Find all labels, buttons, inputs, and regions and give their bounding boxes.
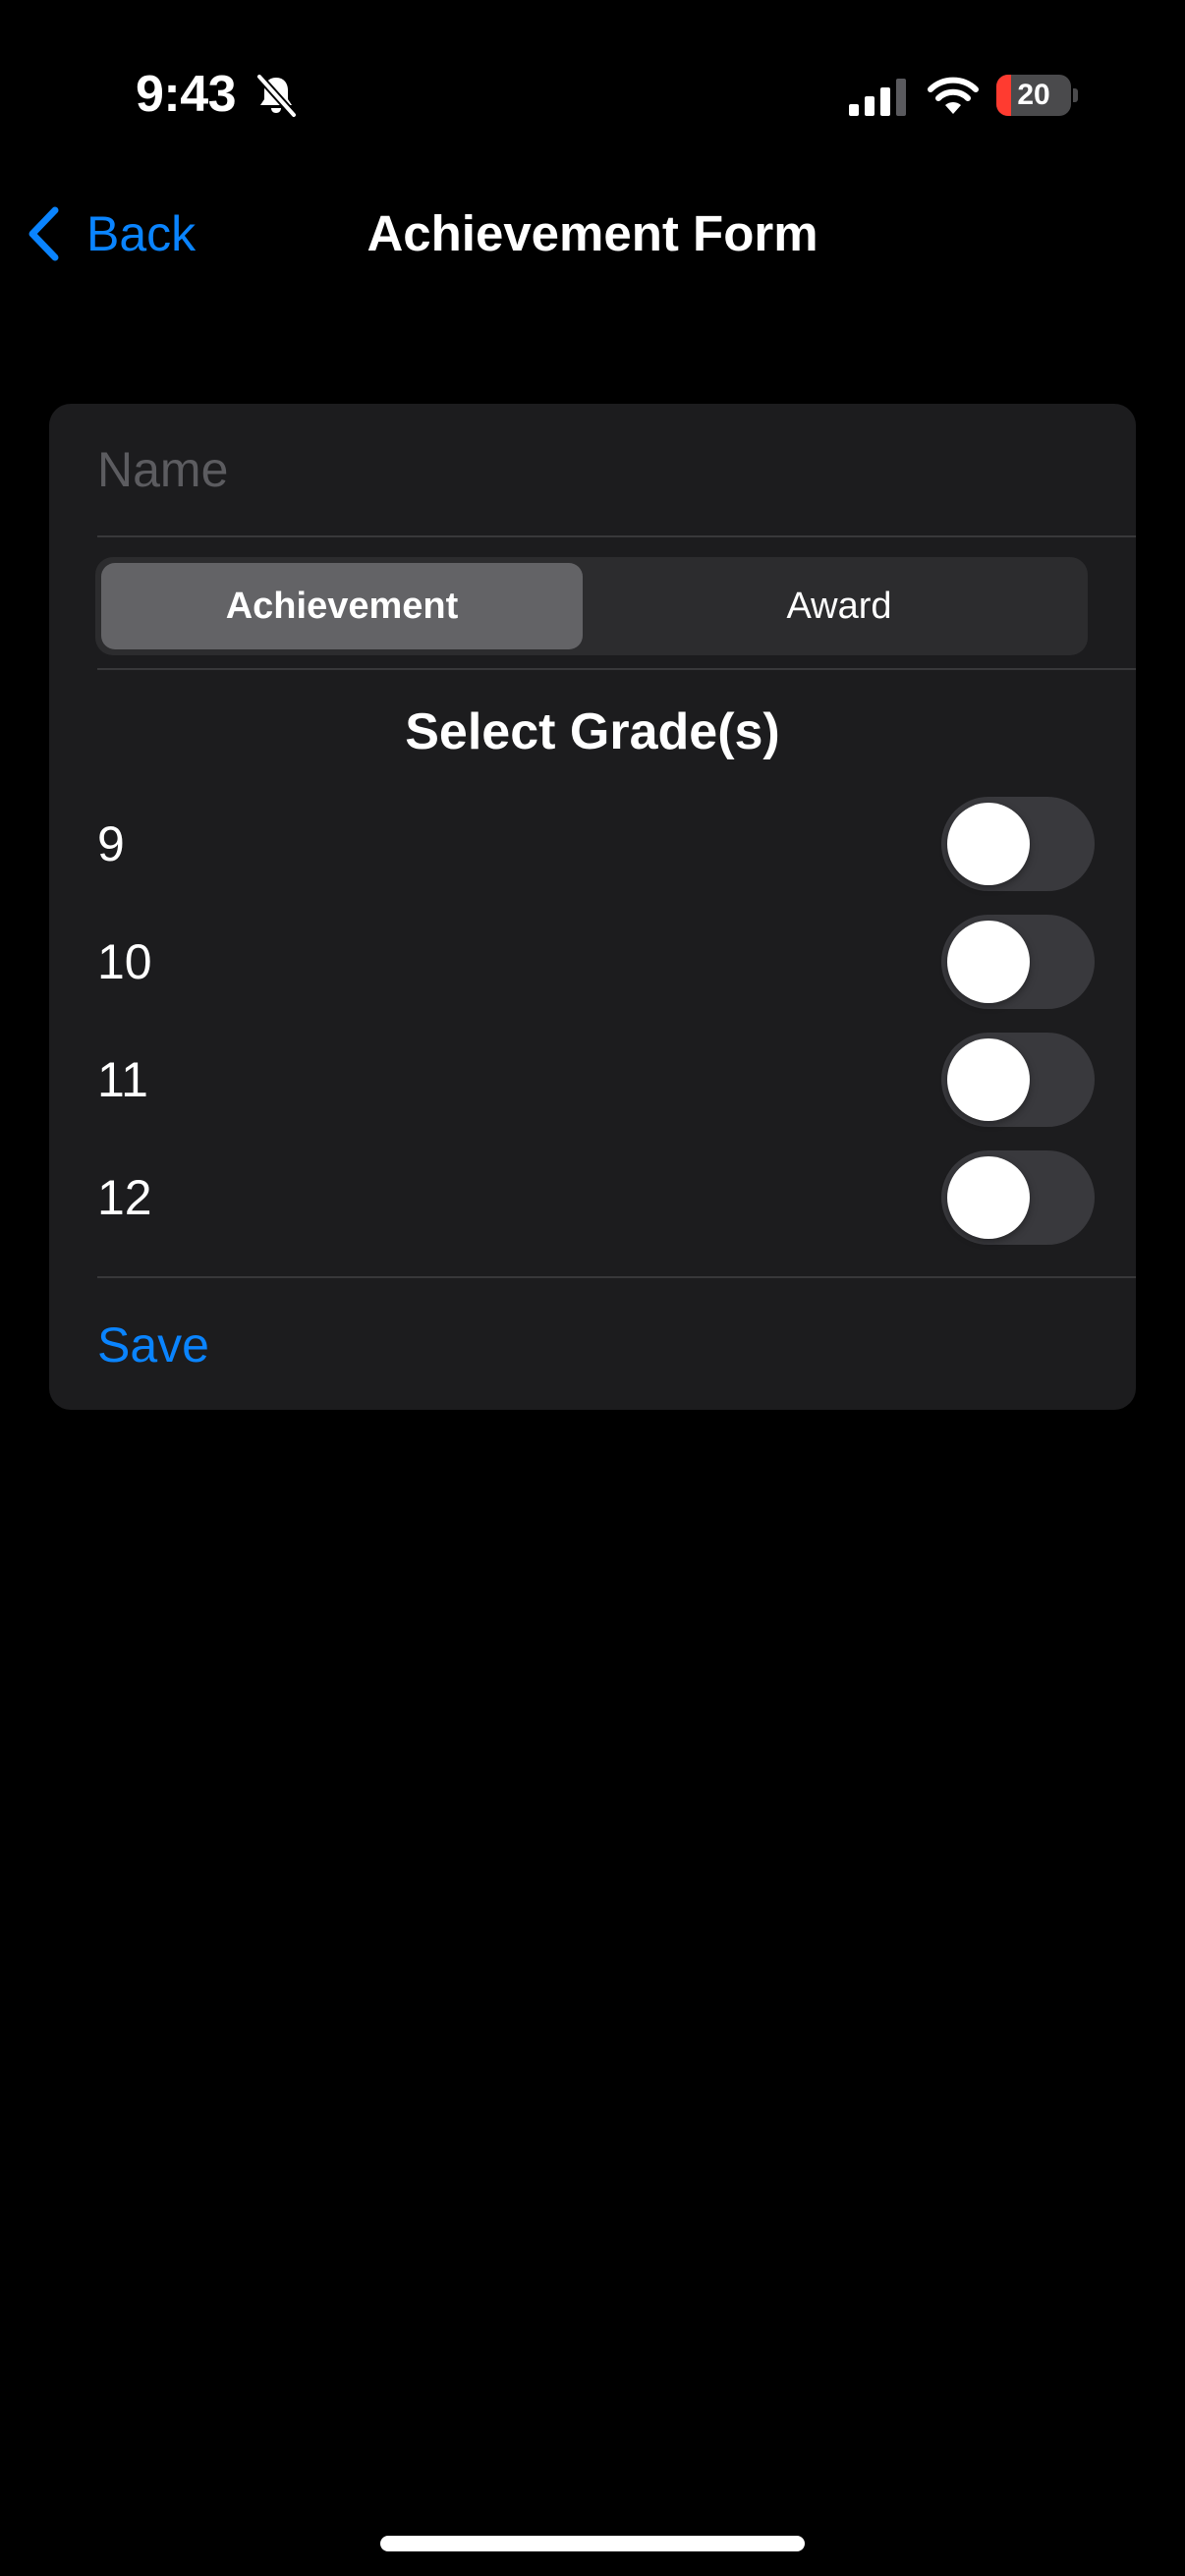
home-indicator[interactable] — [380, 2536, 805, 2551]
grades-section-title: Select Grade(s) — [405, 703, 780, 760]
grade-11-toggle[interactable] — [941, 1033, 1095, 1127]
toggle-knob — [947, 1038, 1030, 1121]
grade-row-12: 12 — [49, 1139, 1136, 1257]
type-segmented-control: Achievement Award — [95, 557, 1088, 655]
back-button[interactable]: Back — [24, 200, 196, 267]
battery-charging-icon: 20 — [996, 75, 1079, 116]
grade-row-9: 9 — [49, 785, 1136, 903]
divider — [97, 1276, 1136, 1278]
segment-award[interactable]: Award — [596, 563, 1082, 649]
navigation-bar: Back Achievement Form — [0, 187, 1185, 281]
status-time: 9:43 — [136, 66, 237, 123]
chevron-left-icon — [28, 206, 59, 261]
back-label: Back — [86, 206, 197, 261]
grade-label: 12 — [97, 1170, 152, 1225]
grade-9-toggle[interactable] — [941, 797, 1095, 891]
wifi-icon — [928, 77, 979, 114]
cellular-signal-icon — [849, 79, 906, 116]
toggle-knob — [947, 1156, 1030, 1239]
divider — [97, 668, 1136, 670]
status-bar: 9:43 20 — [0, 0, 1185, 187]
grade-label: 11 — [97, 1052, 148, 1107]
toggle-knob — [947, 803, 1030, 885]
grade-row-11: 11 — [49, 1021, 1136, 1139]
toggle-knob — [947, 921, 1030, 1003]
grade-12-toggle[interactable] — [941, 1150, 1095, 1245]
grade-label: 9 — [97, 816, 125, 871]
grade-row-10: 10 — [49, 903, 1136, 1021]
divider — [97, 535, 1136, 537]
segment-achievement[interactable]: Achievement — [101, 563, 583, 649]
bell-slash-icon — [256, 74, 297, 118]
battery-level: 20 — [1017, 79, 1050, 111]
name-field[interactable] — [97, 404, 1080, 535]
achievement-form: Achievement Award Select Grade(s) 9 10 1… — [49, 404, 1136, 1410]
save-button[interactable]: Save — [97, 1316, 209, 1374]
grade-10-toggle[interactable] — [941, 915, 1095, 1009]
grade-label: 10 — [97, 934, 152, 989]
